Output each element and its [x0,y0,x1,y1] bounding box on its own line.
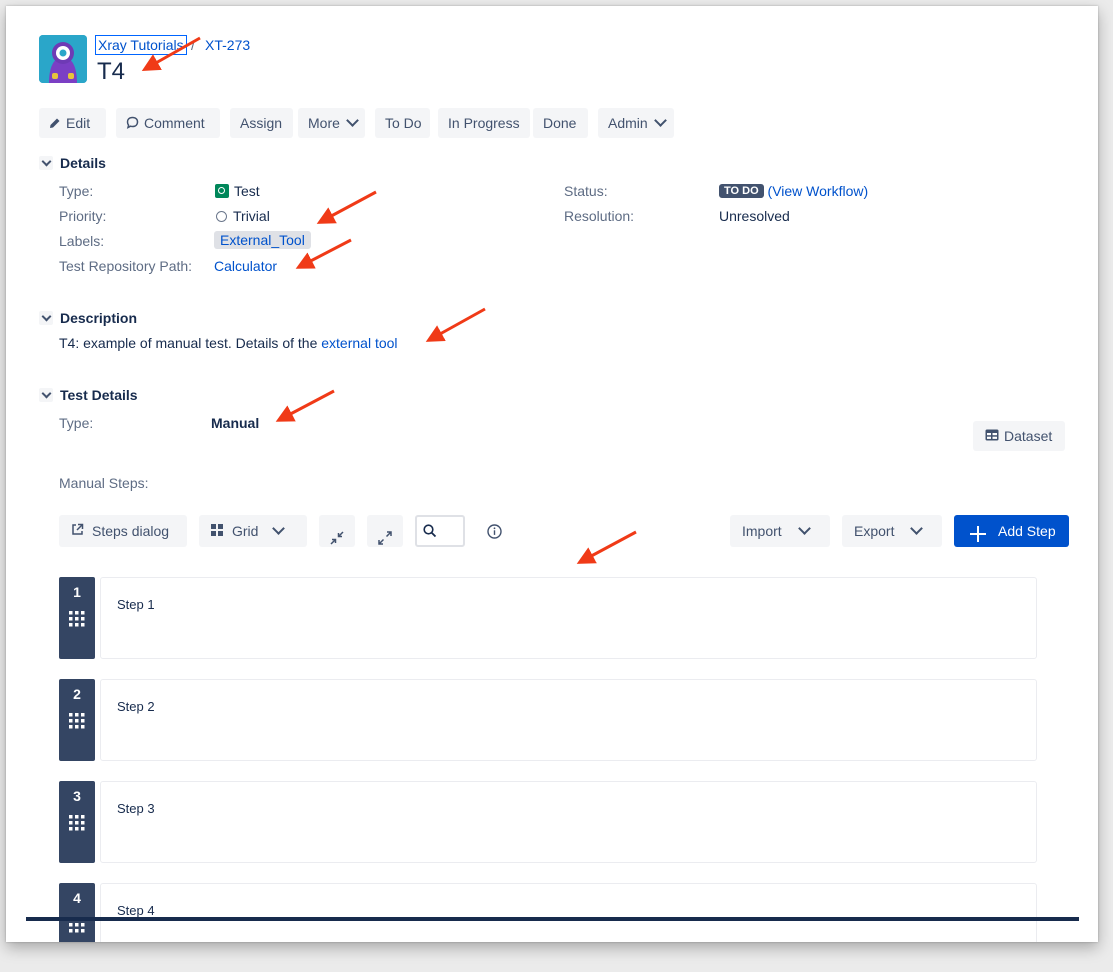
annotation-arrow [295,238,352,269]
issue-view-window: Xray Tutorials / XT-273 T4 Edit Comment … [6,6,1098,942]
annotation-arrow [425,307,486,342]
annotation-arrow [576,530,637,564]
annotation-arrow [141,36,201,71]
annotation-arrow [275,389,335,422]
annotation-arrows [141,36,637,564]
annotation-arrow [316,190,377,224]
